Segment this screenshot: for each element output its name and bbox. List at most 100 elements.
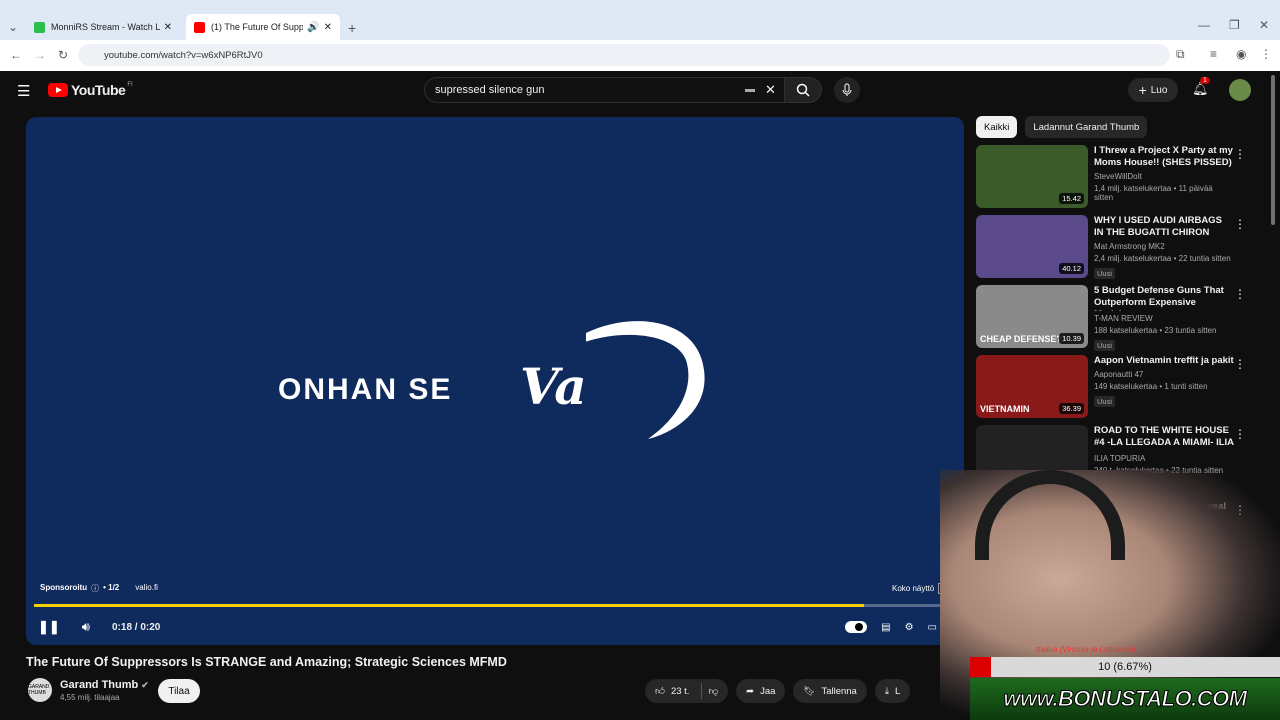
recommendation-item[interactable]: VIETNAMIN 36.39 Aapon Vietnamin treffit ja…	[976, 355, 1248, 425]
restore-icon[interactable]: ❐	[1229, 18, 1240, 32]
recommendation-channel[interactable]: ILIA TOPURIA	[1094, 454, 1234, 463]
forward-icon[interactable]: →	[34, 48, 46, 62]
video-thumbnail[interactable]: CHEAP DEFENSE?! 10.39	[976, 285, 1088, 348]
more-options-icon[interactable]: ⋮	[1234, 147, 1246, 161]
like-count: 23 t.	[670, 685, 690, 697]
share-button[interactable]: ➦ Jaa	[736, 679, 786, 703]
youtube-play-logo-icon	[48, 83, 68, 97]
recommendation-title[interactable]: 5 Budget Defense Guns That Outperform Ex…	[1094, 285, 1234, 311]
close-tab-icon[interactable]: ✕	[324, 22, 332, 33]
pause-icon[interactable]: ❚❚	[38, 619, 60, 635]
ad-domain-link[interactable]: valio.fi	[135, 583, 158, 594]
thumbs-down-icon[interactable]: 👎︎	[708, 685, 718, 697]
sponsored-label: Sponsoroitu	[40, 583, 88, 592]
recommendation-title[interactable]: ROAD TO THE WHITE HOUSE #4 -LA LLEGADA A…	[1094, 425, 1234, 451]
menu-hamburger-icon[interactable]: ☰	[17, 82, 30, 100]
url-field[interactable]: youtube.com/watch?v=w6xNP6RtJV0	[78, 44, 1170, 66]
voice-search-button[interactable]	[834, 77, 860, 103]
create-button[interactable]: + Luo	[1128, 78, 1178, 102]
duration-badge: 15.42	[1059, 193, 1084, 204]
video-thumbnail[interactable]: 40.12	[976, 215, 1088, 278]
new-badge: Uusi	[1094, 268, 1116, 279]
notifications-button[interactable]: 🔔︎ 1	[1192, 77, 1210, 98]
profile-icon[interactable]: ◉	[1236, 47, 1246, 61]
close-tab-icon[interactable]: ✕	[164, 22, 172, 33]
bonus-small-text: ttailua (Virossa ja Latviassa)	[1036, 645, 1136, 654]
tab-list-chevron-icon[interactable]: ⌄	[8, 20, 18, 34]
time-display: 0:18 / 0:20	[112, 621, 161, 633]
save-label: Tallenna	[821, 685, 857, 697]
search-icon	[796, 83, 810, 97]
browser-tab-bar: ⌄ MonniRS Stream - Watch Live o ✕ (1) Th…	[0, 0, 1280, 40]
video-thumbnail[interactable]: 15.42	[976, 145, 1088, 208]
recommendation-channel[interactable]: Aaponautti 47	[1094, 370, 1234, 379]
duration-badge: 36.39	[1059, 403, 1084, 414]
duration-badge: 40.12	[1059, 263, 1084, 274]
bonus-counter: 10 (6.67%)	[970, 657, 1280, 677]
channel-name[interactable]: Garand Thumb	[60, 679, 138, 691]
bonus-site-banner: www.BONUSTALO.COM	[970, 678, 1280, 720]
browser-menu-icon[interactable]: ⋮	[1260, 47, 1272, 61]
more-options-icon[interactable]: ⋮	[1234, 357, 1246, 371]
more-options-icon[interactable]: ⋮	[1234, 217, 1246, 231]
extensions-icon[interactable]: ⧉	[1176, 47, 1185, 62]
back-icon[interactable]: ←	[10, 48, 22, 62]
recommendation-title[interactable]: Aapon Vietnamin treffit ja pakit	[1094, 355, 1234, 367]
save-button[interactable]: 🔖︎ Tallenna	[793, 679, 867, 703]
bonus-red-block	[970, 657, 991, 677]
subscriber-count: 4,55 milj. tilaajaa	[60, 692, 120, 702]
subscribe-button[interactable]: Tilaa	[158, 679, 200, 703]
tab-favicon-icon	[34, 21, 45, 33]
filter-chips: Kaikki Ladannut Garand Thumb	[976, 116, 1148, 138]
channel-avatar[interactable]: GARAND THUMB	[28, 678, 52, 702]
recommendation-channel[interactable]: SteveWillDoIt	[1094, 172, 1234, 181]
autoplay-toggle-icon[interactable]	[845, 621, 868, 633]
close-window-icon[interactable]: ✕	[1259, 18, 1269, 32]
more-options-icon[interactable]: ⋮	[1234, 287, 1246, 301]
theater-mode-icon[interactable]: ▭	[928, 622, 937, 633]
tab-title: MonniRS Stream - Watch Live o	[51, 22, 160, 32]
search-input[interactable]: supressed silence gun ▬ ✕	[424, 77, 786, 103]
search-button[interactable]	[784, 77, 822, 103]
recommendation-title[interactable]: WHY I USED AUDI AIRBAGS IN THE BUGATTI C…	[1094, 215, 1234, 239]
video-thumbnail[interactable]: VIETNAMIN 36.39	[976, 355, 1088, 418]
ad-brand-logo: Va	[520, 357, 587, 416]
info-icon[interactable]: ⓘ	[91, 583, 99, 594]
recommendation-title[interactable]: I Threw a Project X Party at my Moms Hou…	[1094, 145, 1234, 169]
logo-country: FI	[127, 82, 133, 88]
new-tab-icon[interactable]: +	[348, 20, 356, 36]
channel-info[interactable]: GARAND THUMB Garand Thumb ✔ 4,55 milj. t…	[28, 678, 149, 702]
browser-tab-monnirs[interactable]: MonniRS Stream - Watch Live o ✕	[26, 14, 180, 40]
duration-badge: 10.39	[1059, 333, 1084, 344]
chip-channel[interactable]: Ladannut Garand Thumb	[1025, 116, 1148, 138]
minimize-icon[interactable]: —	[1198, 18, 1210, 32]
subtitles-icon[interactable]: ▤	[881, 622, 890, 633]
volume-icon[interactable]: 🔊︎	[82, 619, 90, 635]
media-icon[interactable]: ≡	[1210, 47, 1217, 61]
settings-gear-icon[interactable]: ⚙	[905, 622, 914, 633]
reload-icon[interactable]: ↻	[58, 48, 68, 62]
progress-bar[interactable]	[34, 604, 956, 607]
thumbs-up-icon: 👍︎	[655, 686, 665, 697]
recommendation-channel[interactable]: T-MAN REVIEW	[1094, 314, 1234, 323]
audio-icon[interactable]: 🔊	[307, 22, 319, 33]
recommendation-item[interactable]: 15.42 I Threw a Project X Party at my Mom…	[976, 145, 1248, 215]
video-player[interactable]: ONHAN SE Va Sponsoroitu ⓘ • 1/2 valio.fi…	[26, 117, 964, 645]
search-value: supressed silence gun	[435, 84, 545, 96]
download-button[interactable]: ⤓ L	[874, 679, 911, 703]
like-button[interactable]: 👍︎ 23 t. 👎︎	[645, 679, 729, 703]
recommendation-item[interactable]: 40.12 WHY I USED AUDI AIRBAGS IN THE BUGA…	[976, 215, 1248, 285]
create-label: Luo	[1150, 84, 1168, 96]
youtube-logo[interactable]: YouTube FI	[48, 82, 133, 98]
page-scrollbar[interactable]	[1271, 75, 1275, 225]
browser-tab-youtube[interactable]: (1) The Future Of Suppresso 🔊 ✕	[186, 14, 340, 40]
recommendation-channel[interactable]: Mat Armstrong MK2	[1094, 242, 1234, 251]
ad-sponsored-info: Sponsoroitu ⓘ • 1/2 valio.fi	[40, 583, 158, 594]
chip-all[interactable]: Kaikki	[976, 116, 1018, 138]
more-options-icon[interactable]: ⋮	[1234, 427, 1246, 441]
notification-badge: 1	[1200, 77, 1210, 84]
keyboard-icon[interactable]: ▬	[745, 84, 755, 95]
clear-search-icon[interactable]: ✕	[765, 82, 776, 98]
account-avatar[interactable]	[1229, 79, 1251, 101]
recommendation-item[interactable]: CHEAP DEFENSE?! 10.39 5 Budget Defense Gun…	[976, 285, 1248, 355]
